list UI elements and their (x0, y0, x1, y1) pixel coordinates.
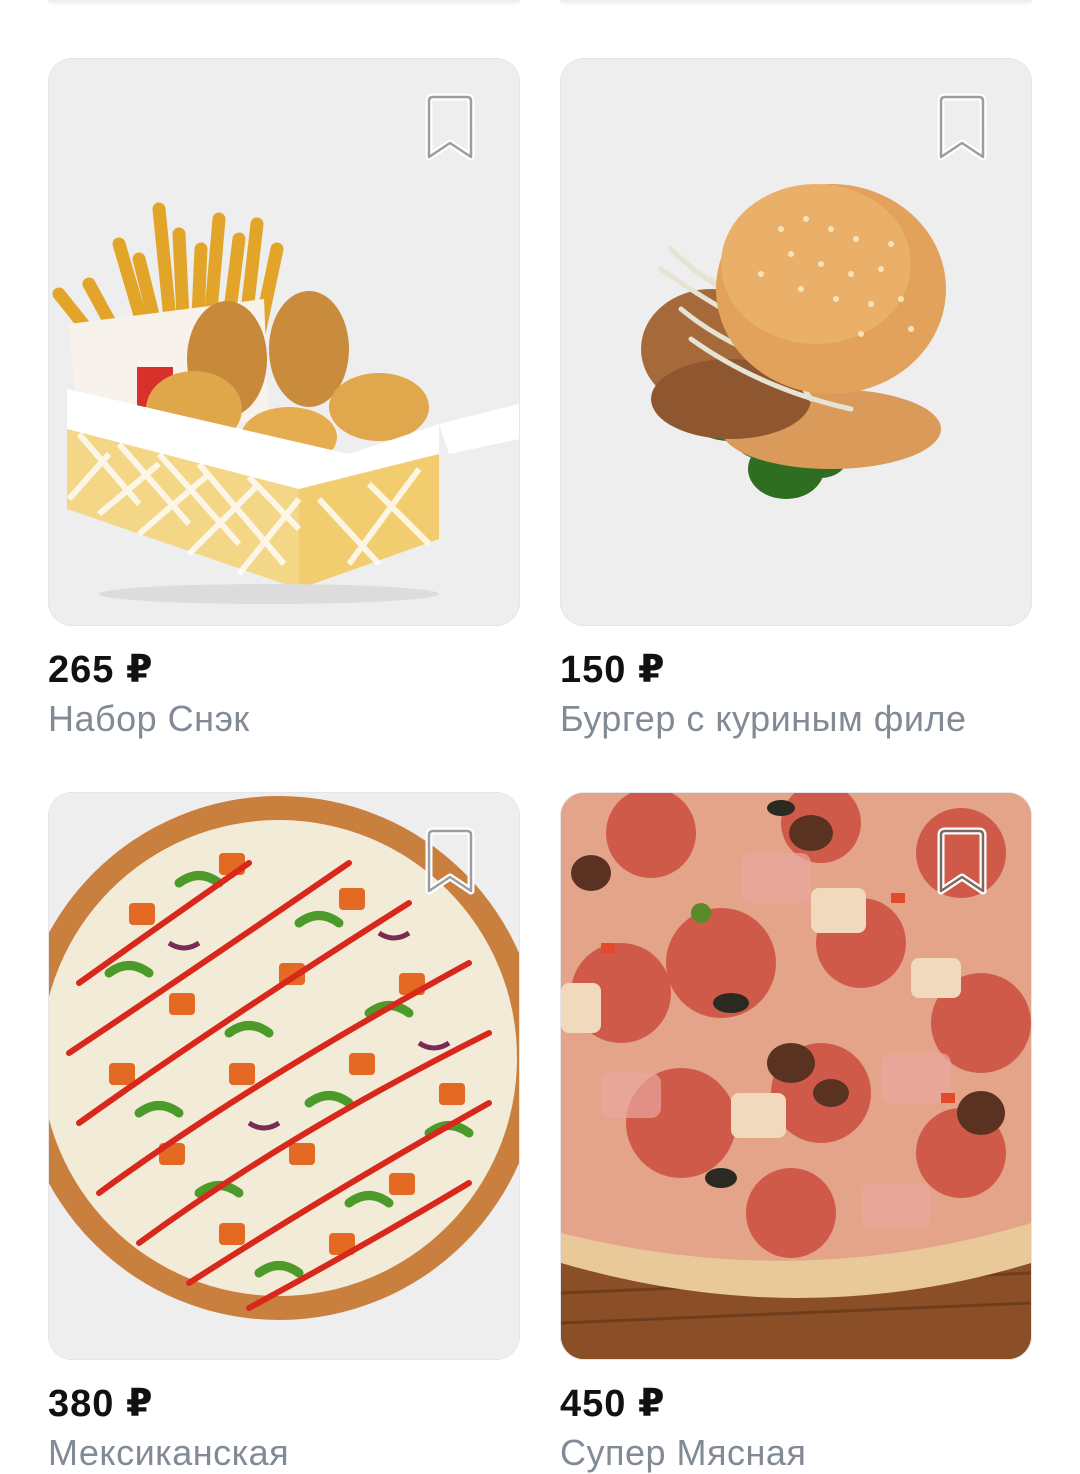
bookmark-icon[interactable] (419, 827, 481, 899)
product-price: 450 ₽ (560, 1383, 666, 1425)
product-image[interactable] (48, 792, 520, 1360)
product-card[interactable]: 150 ₽ Бургер с куриным филе (560, 58, 1032, 740)
previous-cards-edge (0, 0, 1080, 14)
product-card[interactable]: 380 ₽ Мексиканская (48, 792, 520, 1474)
product-price: 265 ₽ (48, 649, 154, 691)
bookmark-icon[interactable] (931, 827, 993, 899)
product-card[interactable]: 450 ₽ Супер Мясная (560, 792, 1032, 1474)
product-card[interactable]: 265 ₽ Набор Снэк (48, 58, 520, 740)
product-title[interactable]: Набор Снэк (48, 698, 520, 740)
product-image[interactable] (560, 792, 1032, 1360)
product-image[interactable] (48, 58, 520, 626)
product-grid: 265 ₽ Набор Снэк 150 ₽ Бургер с куриным … (48, 58, 1032, 1474)
bookmark-icon[interactable] (931, 93, 993, 165)
product-image[interactable] (560, 58, 1032, 626)
product-price: 150 ₽ (560, 649, 666, 691)
product-title[interactable]: Бургер с куриным филе (560, 698, 1032, 740)
bookmark-icon[interactable] (419, 93, 481, 165)
product-price: 380 ₽ (48, 1383, 154, 1425)
product-title[interactable]: Супер Мясная (560, 1432, 1032, 1474)
product-title[interactable]: Мексиканская (48, 1432, 520, 1474)
